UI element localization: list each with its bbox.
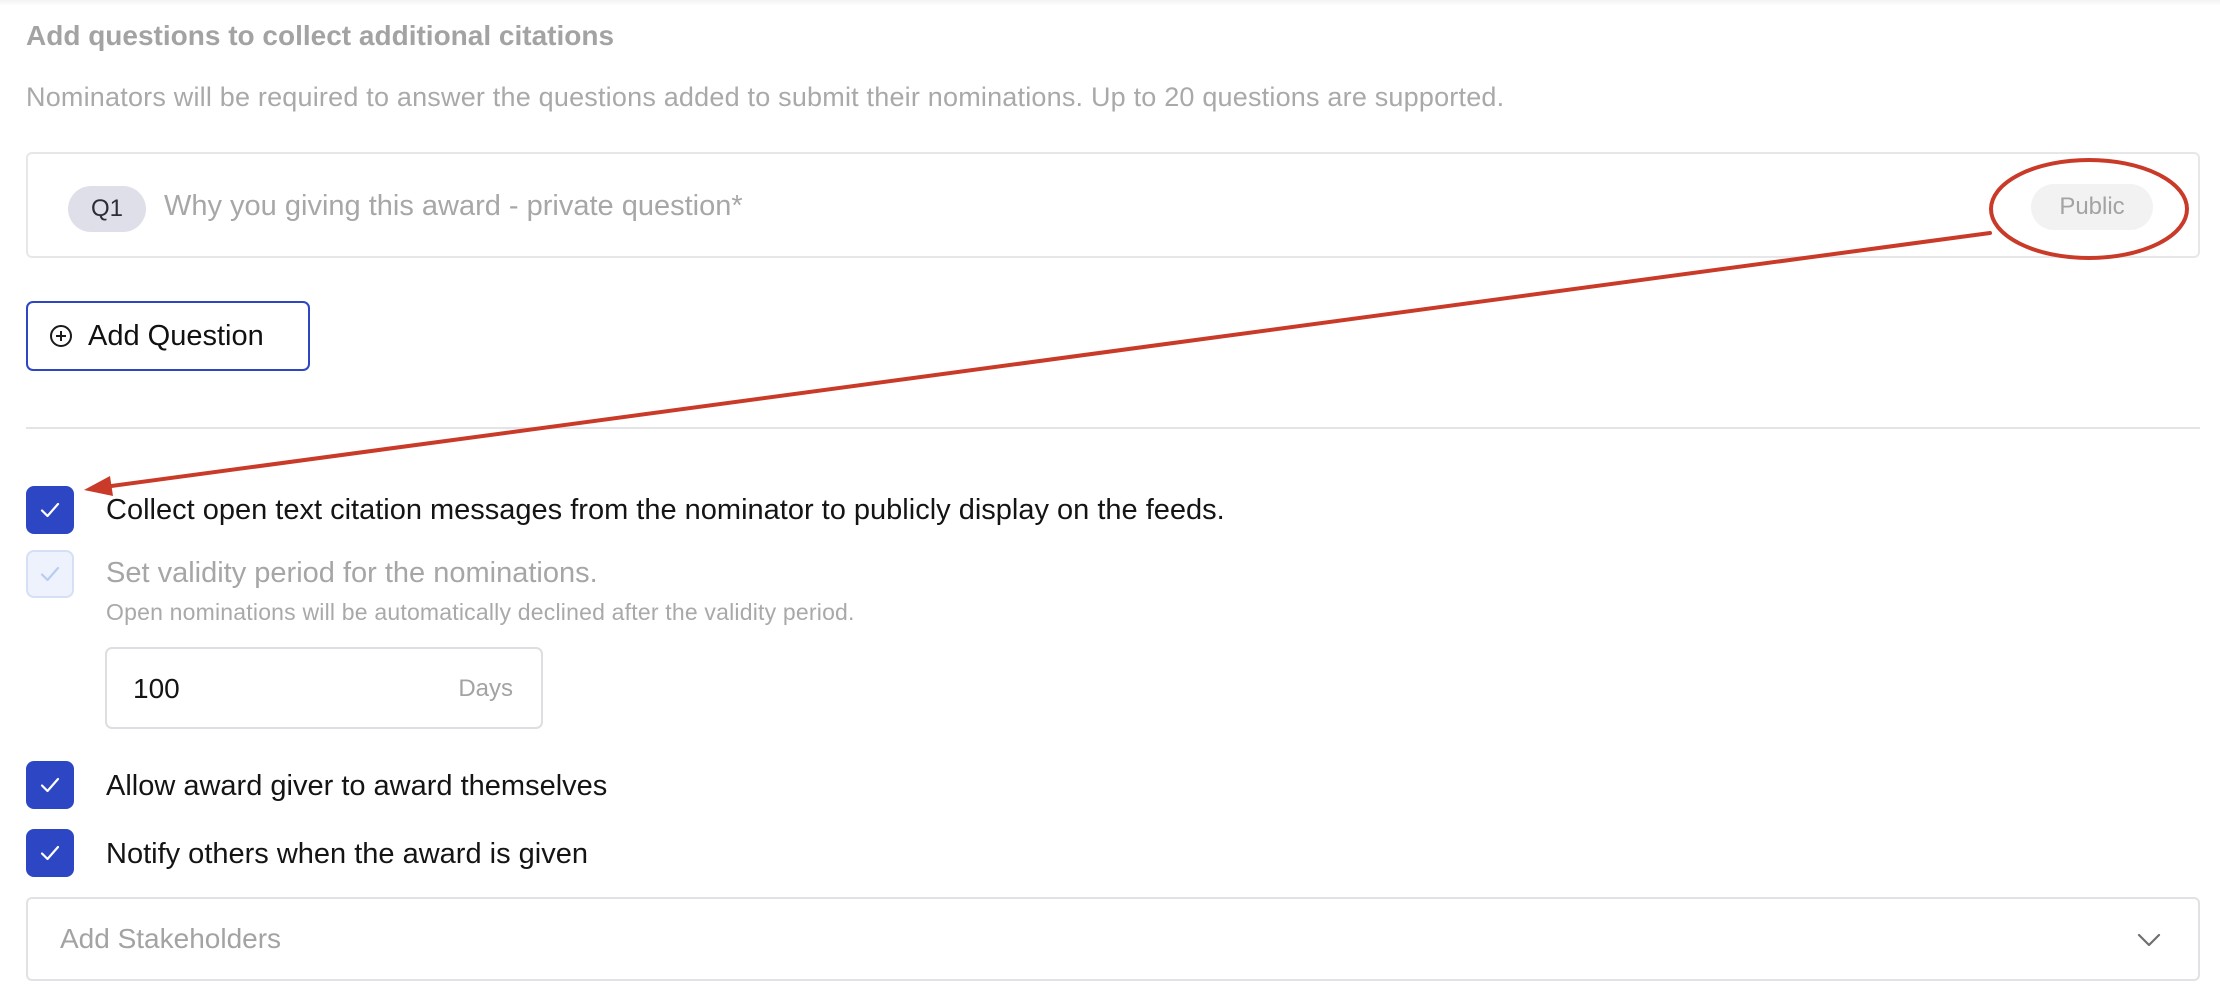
validity-days-unit: Days: [458, 675, 513, 702]
validity-days-input[interactable]: 100 Days: [105, 647, 543, 729]
validity-period-checkbox: [26, 550, 74, 598]
validity-period-helper: Open nominations will be automatically d…: [106, 599, 855, 625]
checkmark-icon: [40, 777, 60, 793]
collect-citations-label: Collect open text citation messages from…: [106, 494, 1225, 526]
self-award-checkbox[interactable]: [26, 761, 74, 809]
visibility-public-pill[interactable]: Public: [2031, 184, 2153, 230]
plus-circle-icon: [50, 325, 72, 347]
collect-citations-checkbox[interactable]: [26, 486, 74, 534]
question-number-badge: Q1: [68, 186, 146, 232]
section-title: Add questions to collect additional cita…: [26, 20, 615, 51]
award-settings-page: Add questions to collect additional cita…: [0, 0, 2220, 998]
self-award-label: Allow award giver to award themselves: [106, 770, 608, 802]
add-question-button[interactable]: Add Question: [26, 301, 310, 371]
stakeholders-placeholder: Add Stakeholders: [60, 923, 282, 954]
checkmark-icon: [40, 845, 60, 861]
section-description: Nominators will be required to answer th…: [26, 82, 1505, 112]
section-divider: [26, 427, 2200, 429]
add-question-label: Add Question: [88, 319, 264, 352]
checkmark-icon: [40, 566, 60, 582]
question-row-q1[interactable]: Q1 Why you giving this award - private q…: [26, 152, 2200, 258]
add-stakeholders-dropdown[interactable]: Add Stakeholders: [26, 897, 2200, 981]
annotation-arrowhead: [84, 476, 113, 496]
notify-others-label: Notify others when the award is given: [106, 838, 588, 870]
annotation-arrow-line: [102, 231, 1992, 489]
top-shadow: [0, 0, 2220, 6]
validity-period-label: Set validity period for the nominations.: [106, 557, 598, 589]
chevron-down-icon: [2137, 933, 2161, 947]
validity-days-value: 100: [133, 673, 180, 704]
question-text[interactable]: Why you giving this award - private ques…: [164, 190, 743, 223]
checkmark-icon: [40, 502, 60, 518]
notify-others-checkbox[interactable]: [26, 829, 74, 877]
